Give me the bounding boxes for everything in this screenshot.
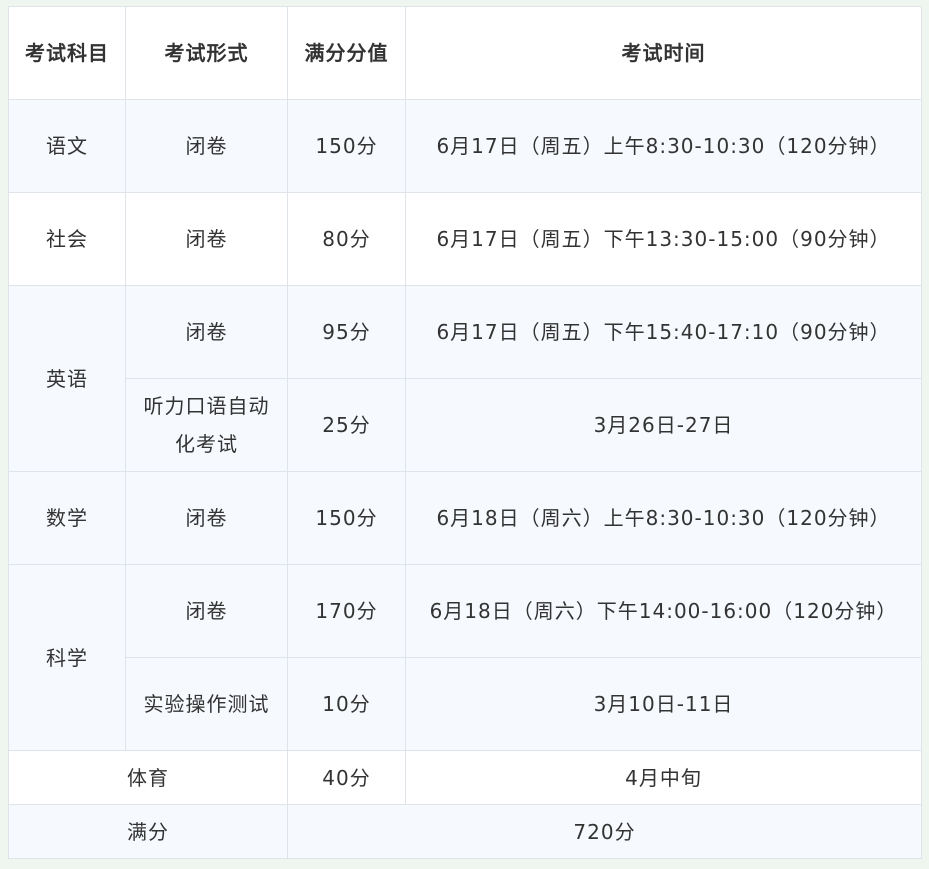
table-row-science-written: 科学 闭卷 170分 6月18日（周六）下午14:00-16:00（120分钟） — [8, 564, 922, 751]
table-row-english-written: 英语 闭卷 95分 6月17日（周五）下午15:40-17:10（90分钟） — [8, 285, 922, 472]
cell-time: 3月10日-11日 — [405, 657, 922, 751]
cell-subject: 社会 — [8, 192, 126, 286]
header-time: 考试时间 — [405, 6, 922, 100]
cell-score: 150分 — [287, 99, 406, 193]
cell-form: 闭卷 — [125, 564, 288, 658]
cell-subject: 语文 — [8, 99, 126, 193]
table-header-row: 考试科目 考试形式 满分分值 考试时间 — [8, 6, 922, 100]
cell-form: 闭卷 — [125, 285, 288, 379]
cell-subject: 数学 — [8, 471, 126, 565]
header-form: 考试形式 — [125, 6, 288, 100]
table-row-math: 数学 闭卷 150分 6月18日（周六）上午8:30-10:30（120分钟） — [8, 471, 922, 565]
cell-score: 40分 — [287, 750, 406, 805]
table-row-society: 社会 闭卷 80分 6月17日（周五）下午13:30-15:00（90分钟） — [8, 192, 922, 286]
cell-score: 95分 — [287, 285, 406, 379]
table-row-english-oral: 听力口语自动化考试 25分 3月26日-27日 — [9, 378, 922, 472]
cell-score: 150分 — [287, 471, 406, 565]
exam-schedule-frame: 考试科目 考试形式 满分分值 考试时间 语文 闭卷 150分 6月17日（周五）… — [8, 6, 922, 859]
table-row-science-lab: 实验操作测试 10分 3月10日-11日 — [9, 657, 922, 751]
table-row-pe: 体育 40分 4月中旬 — [8, 750, 922, 805]
cell-score: 10分 — [287, 657, 406, 751]
cell-form: 闭卷 — [125, 192, 288, 286]
cell-subject: 英语 — [8, 285, 126, 472]
cell-score: 25分 — [287, 378, 406, 472]
cell-time: 3月26日-27日 — [405, 378, 922, 472]
cell-time: 6月17日（周五）上午8:30-10:30（120分钟） — [405, 99, 922, 193]
cell-form: 听力口语自动化考试 — [125, 378, 288, 472]
cell-form: 闭卷 — [125, 99, 288, 193]
cell-score: 80分 — [287, 192, 406, 286]
cell-time: 6月18日（周六）下午14:00-16:00（120分钟） — [405, 564, 922, 658]
header-score: 满分分值 — [287, 6, 406, 100]
cell-subject: 体育 — [8, 750, 288, 805]
cell-time: 6月17日（周五）下午13:30-15:00（90分钟） — [405, 192, 922, 286]
cell-total-label: 满分 — [8, 804, 288, 859]
header-subject: 考试科目 — [8, 6, 126, 100]
cell-time: 6月17日（周五）下午15:40-17:10（90分钟） — [405, 285, 922, 379]
cell-score: 170分 — [287, 564, 406, 658]
cell-time: 4月中旬 — [405, 750, 922, 805]
exam-schedule-table: 考试科目 考试形式 满分分值 考试时间 语文 闭卷 150分 6月17日（周五）… — [8, 6, 922, 859]
cell-form: 闭卷 — [125, 471, 288, 565]
cell-subject: 科学 — [8, 564, 126, 751]
cell-form: 实验操作测试 — [125, 657, 288, 751]
table-row-total: 满分 720分 — [8, 804, 922, 859]
table-row-chinese: 语文 闭卷 150分 6月17日（周五）上午8:30-10:30（120分钟） — [8, 99, 922, 193]
cell-total-score: 720分 — [287, 804, 922, 859]
cell-time: 6月18日（周六）上午8:30-10:30（120分钟） — [405, 471, 922, 565]
